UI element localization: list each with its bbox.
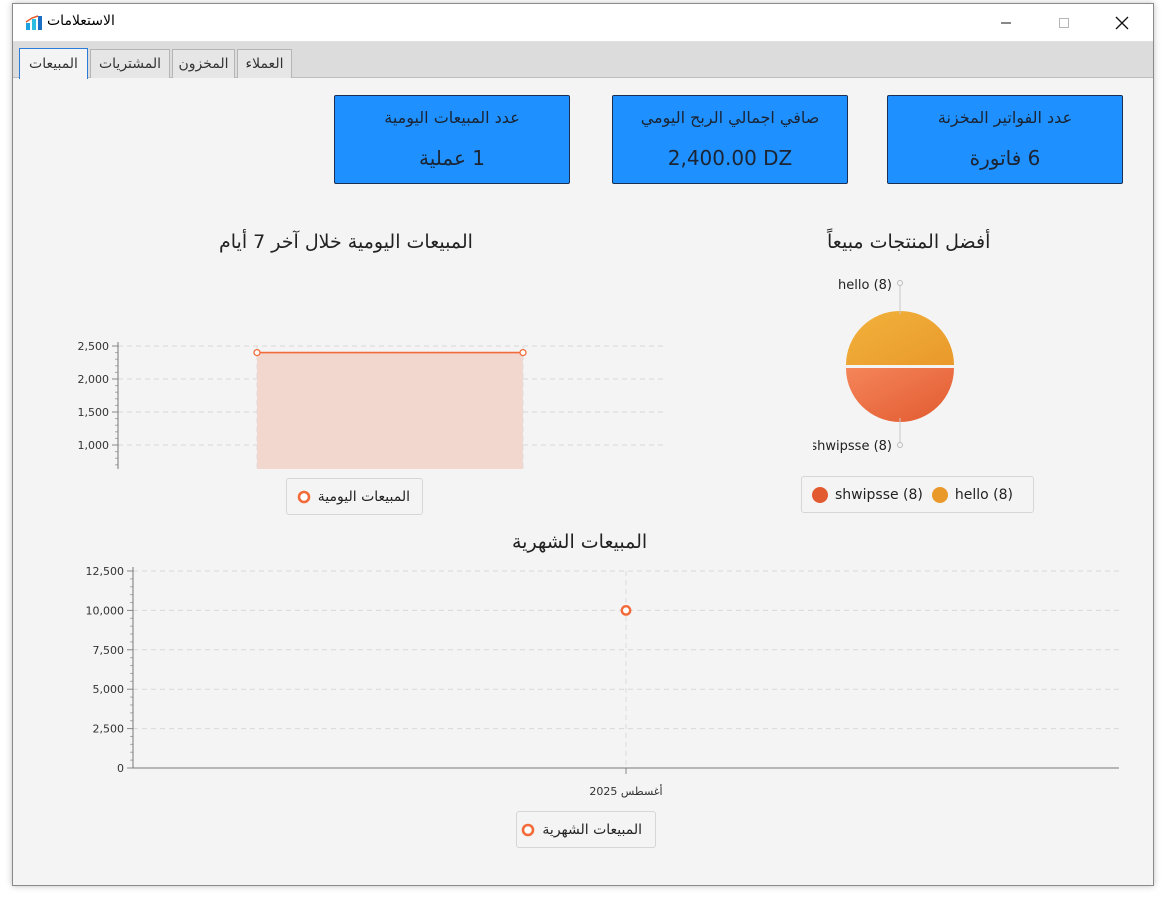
monthly-chart-title: المبيعات الشهرية xyxy=(512,531,648,553)
monthly-chart-legend: المبيعات الشهرية xyxy=(516,811,656,848)
pie-slice-shwipsse xyxy=(846,368,954,422)
card-value: 2,400.00 DZ xyxy=(667,146,793,170)
card-label: عدد الفواتير المخزنة xyxy=(937,108,1073,127)
daily-chart-title: المبيعات اليومية خلال آخر 7 أيام xyxy=(219,231,473,253)
top-products-pie-chart: hello (8) shwipsse (8) xyxy=(813,278,954,454)
pie-slice-hello xyxy=(846,311,954,365)
maximize-icon xyxy=(1059,18,1069,28)
y-tick-label: 2,500 xyxy=(93,723,125,736)
daily-sales-chart: 05001,0001,5002,0002,50029 أغسطس30 أغسطس xyxy=(78,340,663,469)
y-tick-label: 1,000 xyxy=(78,439,110,452)
title-bar[interactable]: الاستعلامات xyxy=(13,4,1153,42)
legend-label-hello: hello (8) xyxy=(954,486,1014,503)
label-dot xyxy=(897,442,903,448)
y-tick-label: 0 xyxy=(117,762,124,775)
tab-sales[interactable]: المبيعات xyxy=(19,48,88,79)
data-point xyxy=(253,348,261,357)
y-tick-label: 2,500 xyxy=(78,340,110,353)
y-tick-label: 1,500 xyxy=(78,406,110,419)
tab-customers[interactable]: العملاء xyxy=(237,49,292,78)
monthly-sales-chart: 0 2,500 5,000 7,500 10,000 12,500 أغسطس 2025 xyxy=(86,565,1119,798)
tab-inventory[interactable]: المخزون xyxy=(172,49,235,78)
sales-tab-content: عدد الفواتير المخزنة 6 فاتورة صافي اجمال… xyxy=(13,79,1153,885)
series-marker-icon xyxy=(522,823,535,836)
card-label: عدد المبيعات اليومية xyxy=(384,108,520,127)
y-tick-label: 5,000 xyxy=(93,683,125,696)
series-area xyxy=(257,352,523,469)
daily-profit-card: صافي اجمالي الربح اليومي 2,400.00 DZ xyxy=(612,95,848,184)
series-marker-icon xyxy=(297,490,311,503)
y-tick-label: 12,500 xyxy=(86,565,125,578)
daily-chart-legend: المبيعات اليومية xyxy=(286,478,423,515)
slice-label-hello: hello (8) xyxy=(838,278,892,293)
legend-label: المبيعات الشهرية xyxy=(542,821,642,838)
app-window: الاستعلامات المبيعات المشتريات المخزون ا… xyxy=(12,3,1154,886)
top-products-title: أفضل المنتجات مبيعاً xyxy=(827,231,991,253)
y-tick-label: 7,500 xyxy=(93,644,125,657)
chart-app-icon xyxy=(25,15,42,30)
pie-chart-legend: shwipsse (8) hello (8) xyxy=(801,476,1034,513)
card-value: 6 فاتورة xyxy=(969,146,1041,170)
card-value: 1 عملية xyxy=(419,146,485,170)
tab-purchases[interactable]: المشتريات xyxy=(90,49,170,78)
shwipsse-swatch-icon xyxy=(812,486,828,503)
data-point xyxy=(519,348,527,357)
legend-label-shwipsse: shwipsse (8) xyxy=(835,486,923,503)
minimize-icon xyxy=(1001,22,1011,24)
y-tick-label: 2,000 xyxy=(78,373,110,386)
y-tick-label: 10,000 xyxy=(86,604,125,617)
daily-sales-count-card: عدد المبيعات اليومية 1 عملية xyxy=(334,95,570,184)
stored-invoices-card: عدد الفواتير المخزنة 6 فاتورة xyxy=(887,95,1123,184)
window-title: الاستعلامات xyxy=(47,13,115,29)
slice-label-shwipsse: shwipsse (8) xyxy=(813,439,892,454)
minimize-button[interactable] xyxy=(977,4,1035,42)
tab-bar: المبيعات المشتريات المخزون العملاء xyxy=(13,42,1153,79)
close-icon xyxy=(1115,16,1129,30)
maximize-button[interactable] xyxy=(1035,4,1093,42)
card-label: صافي اجمالي الربح اليومي xyxy=(640,108,820,127)
x-tick-label: أغسطس 2025 xyxy=(589,784,662,798)
legend-label: المبيعات اليومية xyxy=(317,488,410,505)
close-button[interactable] xyxy=(1093,4,1151,42)
hello-swatch-icon xyxy=(931,486,948,503)
data-point xyxy=(620,605,632,616)
label-dot xyxy=(897,280,903,286)
